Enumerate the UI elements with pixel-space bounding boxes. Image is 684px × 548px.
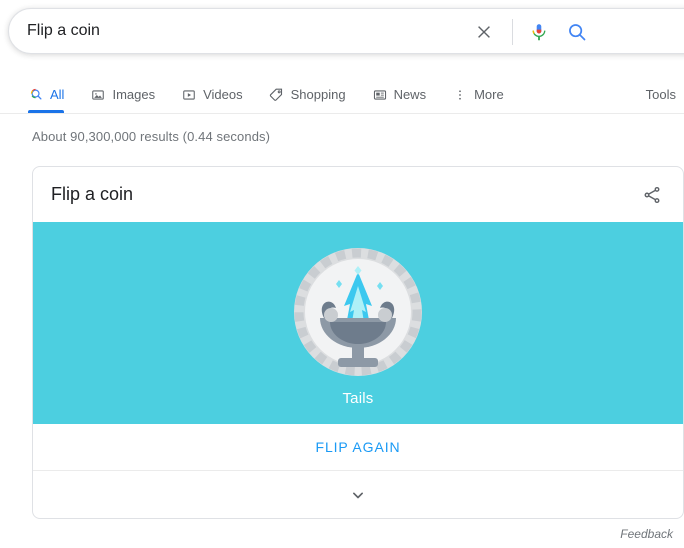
tab-label: More [474,87,504,102]
tag-icon [269,87,285,103]
share-icon [644,186,660,203]
search-icon [569,24,586,41]
close-icon [478,26,490,38]
search-bar-actions [470,9,591,55]
tab-news[interactable]: News [372,76,427,113]
tab-images[interactable]: Images [90,76,155,113]
tab-all[interactable]: All [28,76,65,113]
coin-result-label: Tails [342,389,374,407]
tab-videos[interactable]: Videos [181,76,243,113]
feedback-link[interactable]: Feedback [620,527,673,541]
widget-header: Flip a coin [33,167,683,222]
tab-label: Shopping [290,87,346,102]
image-icon [90,87,106,103]
tab-label: News [393,87,427,102]
expand-widget-button[interactable] [33,471,683,518]
search-bar[interactable] [8,8,684,54]
search-bar-divider [512,19,513,45]
coin-flip-widget: Flip a coin Tails FLIP AGAIN [32,166,684,519]
share-button[interactable] [637,180,667,210]
flip-again-row: FLIP AGAIN [33,424,683,471]
tools-label: Tools [645,87,676,102]
result-stats: About 90,300,000 results (0.44 seconds) [32,129,271,144]
tab-label: All [50,87,65,102]
video-icon [181,87,197,103]
widget-title: Flip a coin [51,184,134,204]
tab-shopping[interactable]: Shopping [269,76,346,113]
search-nav-tabs: All Images Videos Shopping News More Too… [0,76,684,114]
chevron-down-icon [353,492,363,498]
tools-button[interactable]: Tools [646,76,676,113]
clear-search-button[interactable] [470,18,498,46]
microphone-icon [532,24,546,41]
search-icon [28,87,44,103]
coin-result-panel: Tails [33,222,683,424]
nav-tab-list: All Images Videos Shopping News More [28,76,530,113]
more-vertical-icon [452,87,468,103]
tab-more[interactable]: More [452,76,504,113]
search-submit-button[interactable] [563,18,591,46]
tab-label: Videos [203,87,243,102]
news-icon [372,87,388,103]
coin-tails-icon [290,244,426,380]
search-header [0,0,684,64]
tab-label: Images [112,87,156,102]
voice-search-button[interactable] [525,18,553,46]
flip-again-button[interactable]: FLIP AGAIN [310,438,407,456]
